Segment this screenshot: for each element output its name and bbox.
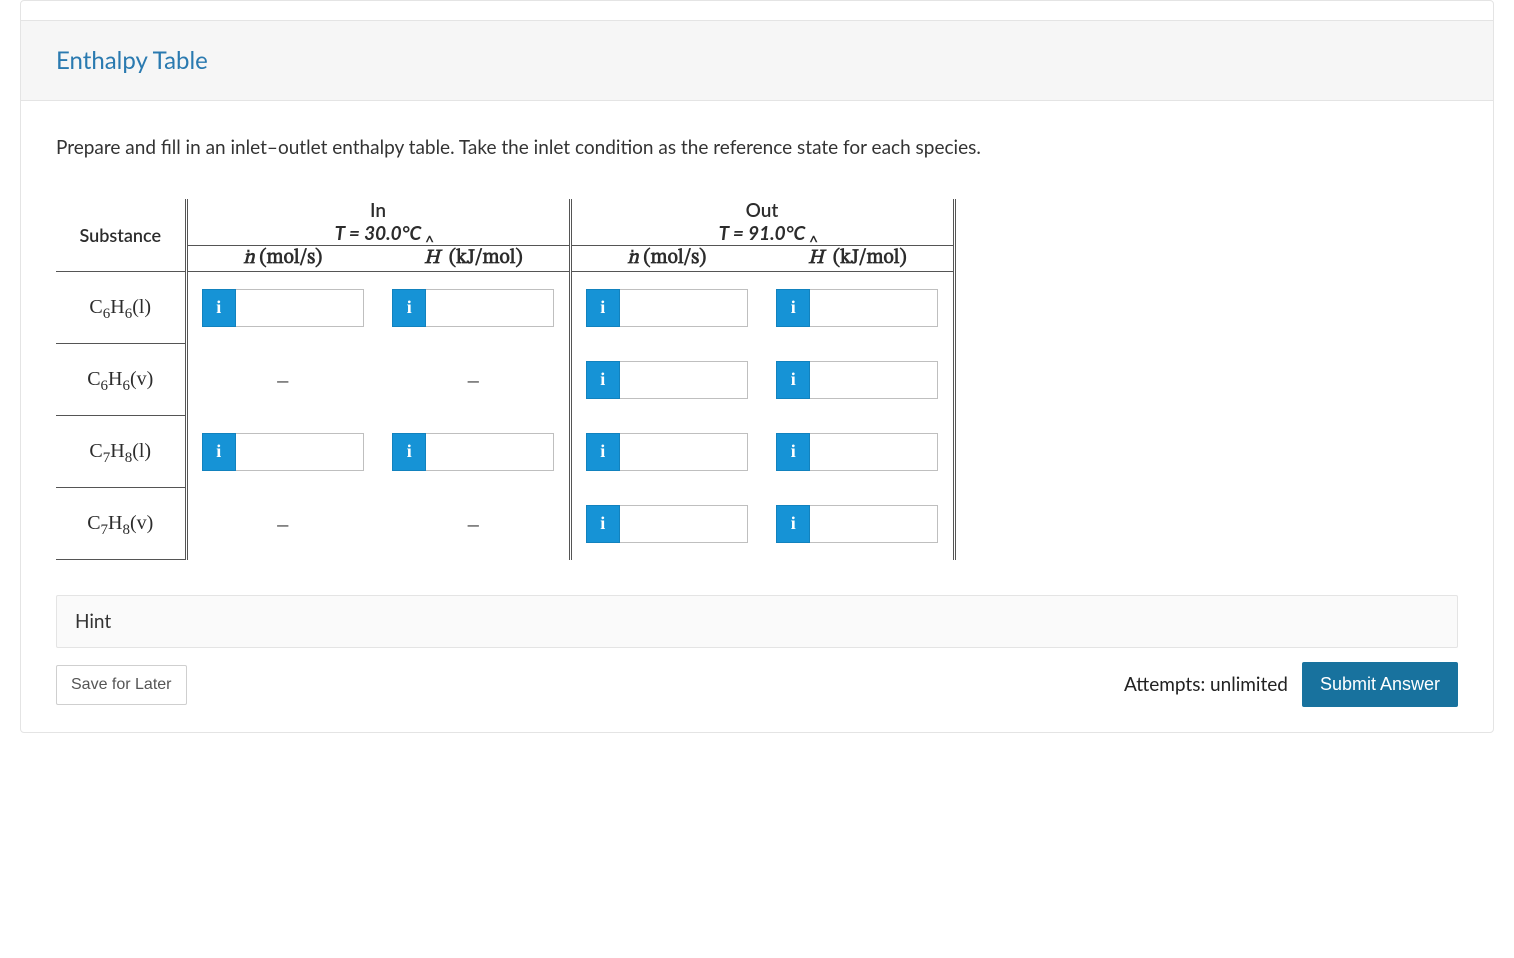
answer-input-in_n-row2[interactable]	[236, 433, 364, 471]
out-title: Out	[572, 199, 953, 222]
answer-input-out_n-row2[interactable]	[620, 433, 748, 471]
data-cell: i	[762, 344, 954, 416]
dash-placeholder: –	[468, 511, 479, 536]
in-hhat-header: H (kJ/mol)	[378, 246, 570, 272]
answer-input-in_n-row0[interactable]	[236, 289, 364, 327]
answer-input-out_n-row1[interactable]	[620, 361, 748, 399]
answer-input-out_h-row2[interactable]	[810, 433, 938, 471]
substance-cell: C6H6(v)	[56, 344, 186, 416]
answer-input-in_h-row2[interactable]	[426, 433, 554, 471]
info-icon[interactable]: i	[586, 289, 620, 327]
out-hhat-header: H (kJ/mol)	[762, 246, 954, 272]
info-icon[interactable]: i	[586, 433, 620, 471]
in-ndot-header: n (mol/s)	[186, 246, 378, 272]
data-cell: –	[378, 488, 570, 560]
info-icon[interactable]: i	[776, 361, 810, 399]
data-cell: –	[378, 344, 570, 416]
substance-cell: C6H6(l)	[56, 272, 186, 344]
in-title: In	[188, 199, 569, 222]
out-group-header: Out T = 91.0°C	[570, 199, 954, 246]
attempts-label: Attempts: unlimited	[1124, 673, 1288, 696]
submit-answer-button[interactable]: Submit Answer	[1302, 662, 1458, 707]
data-cell: i	[186, 272, 378, 344]
substance-cell: C7H8(v)	[56, 488, 186, 560]
data-cell: i	[570, 344, 762, 416]
out-temp: T = 91.0°C	[572, 222, 953, 245]
in-temp: T = 30.0°C	[188, 222, 569, 245]
answer-input-out_h-row0[interactable]	[810, 289, 938, 327]
info-icon[interactable]: i	[586, 505, 620, 543]
data-cell: i	[570, 416, 762, 488]
data-cell: i	[570, 488, 762, 560]
actions-row: Save for Later Attempts: unlimited Submi…	[56, 662, 1458, 707]
dash-placeholder: –	[468, 367, 479, 392]
save-for-later-button[interactable]: Save for Later	[56, 665, 187, 705]
table-row: C7H8(l) i i i i	[56, 416, 954, 488]
question-card: Enthalpy Table Prepare and fill in an in…	[20, 0, 1494, 733]
info-icon[interactable]: i	[586, 361, 620, 399]
hint-label: Hint	[75, 610, 111, 633]
table-row: C7H8(v) – – i i	[56, 488, 954, 560]
table-row: C6H6(l) i i i i	[56, 272, 954, 344]
section-title: Enthalpy Table	[56, 46, 208, 75]
dash-placeholder: –	[277, 511, 288, 536]
card-top-stub	[21, 1, 1493, 21]
substance-cell: C7H8(l)	[56, 416, 186, 488]
info-icon[interactable]: i	[776, 289, 810, 327]
instruction-text: Prepare and fill in an inlet–outlet enth…	[56, 136, 1458, 159]
table-row: C6H6(v) – – i i	[56, 344, 954, 416]
data-cell: i	[378, 416, 570, 488]
answer-input-out_h-row1[interactable]	[810, 361, 938, 399]
section-header: Enthalpy Table	[21, 21, 1493, 101]
data-cell: i	[570, 272, 762, 344]
hint-button[interactable]: Hint	[56, 595, 1458, 648]
info-icon[interactable]: i	[392, 289, 426, 327]
data-cell: i	[186, 416, 378, 488]
data-cell: i	[762, 272, 954, 344]
info-icon[interactable]: i	[776, 433, 810, 471]
dash-placeholder: –	[277, 367, 288, 392]
table-body: C6H6(l)iiiiC6H6(v)––iiC7H8(l)iiiiC7H8(v)…	[56, 272, 954, 560]
data-cell: i	[378, 272, 570, 344]
enthalpy-table: Substance In T = 30.0°C Out T = 91.0°C n…	[56, 199, 956, 560]
data-cell: –	[186, 488, 378, 560]
info-icon[interactable]: i	[776, 505, 810, 543]
info-icon[interactable]: i	[392, 433, 426, 471]
substance-header: Substance	[56, 199, 186, 272]
info-icon[interactable]: i	[202, 289, 236, 327]
data-cell: –	[186, 344, 378, 416]
answer-input-in_h-row0[interactable]	[426, 289, 554, 327]
data-cell: i	[762, 416, 954, 488]
out-ndot-header: n (mol/s)	[570, 246, 762, 272]
section-body: Prepare and fill in an inlet–outlet enth…	[21, 101, 1493, 732]
answer-input-out_h-row3[interactable]	[810, 505, 938, 543]
info-icon[interactable]: i	[202, 433, 236, 471]
answer-input-out_n-row0[interactable]	[620, 289, 748, 327]
in-group-header: In T = 30.0°C	[186, 199, 570, 246]
data-cell: i	[762, 488, 954, 560]
answer-input-out_n-row3[interactable]	[620, 505, 748, 543]
